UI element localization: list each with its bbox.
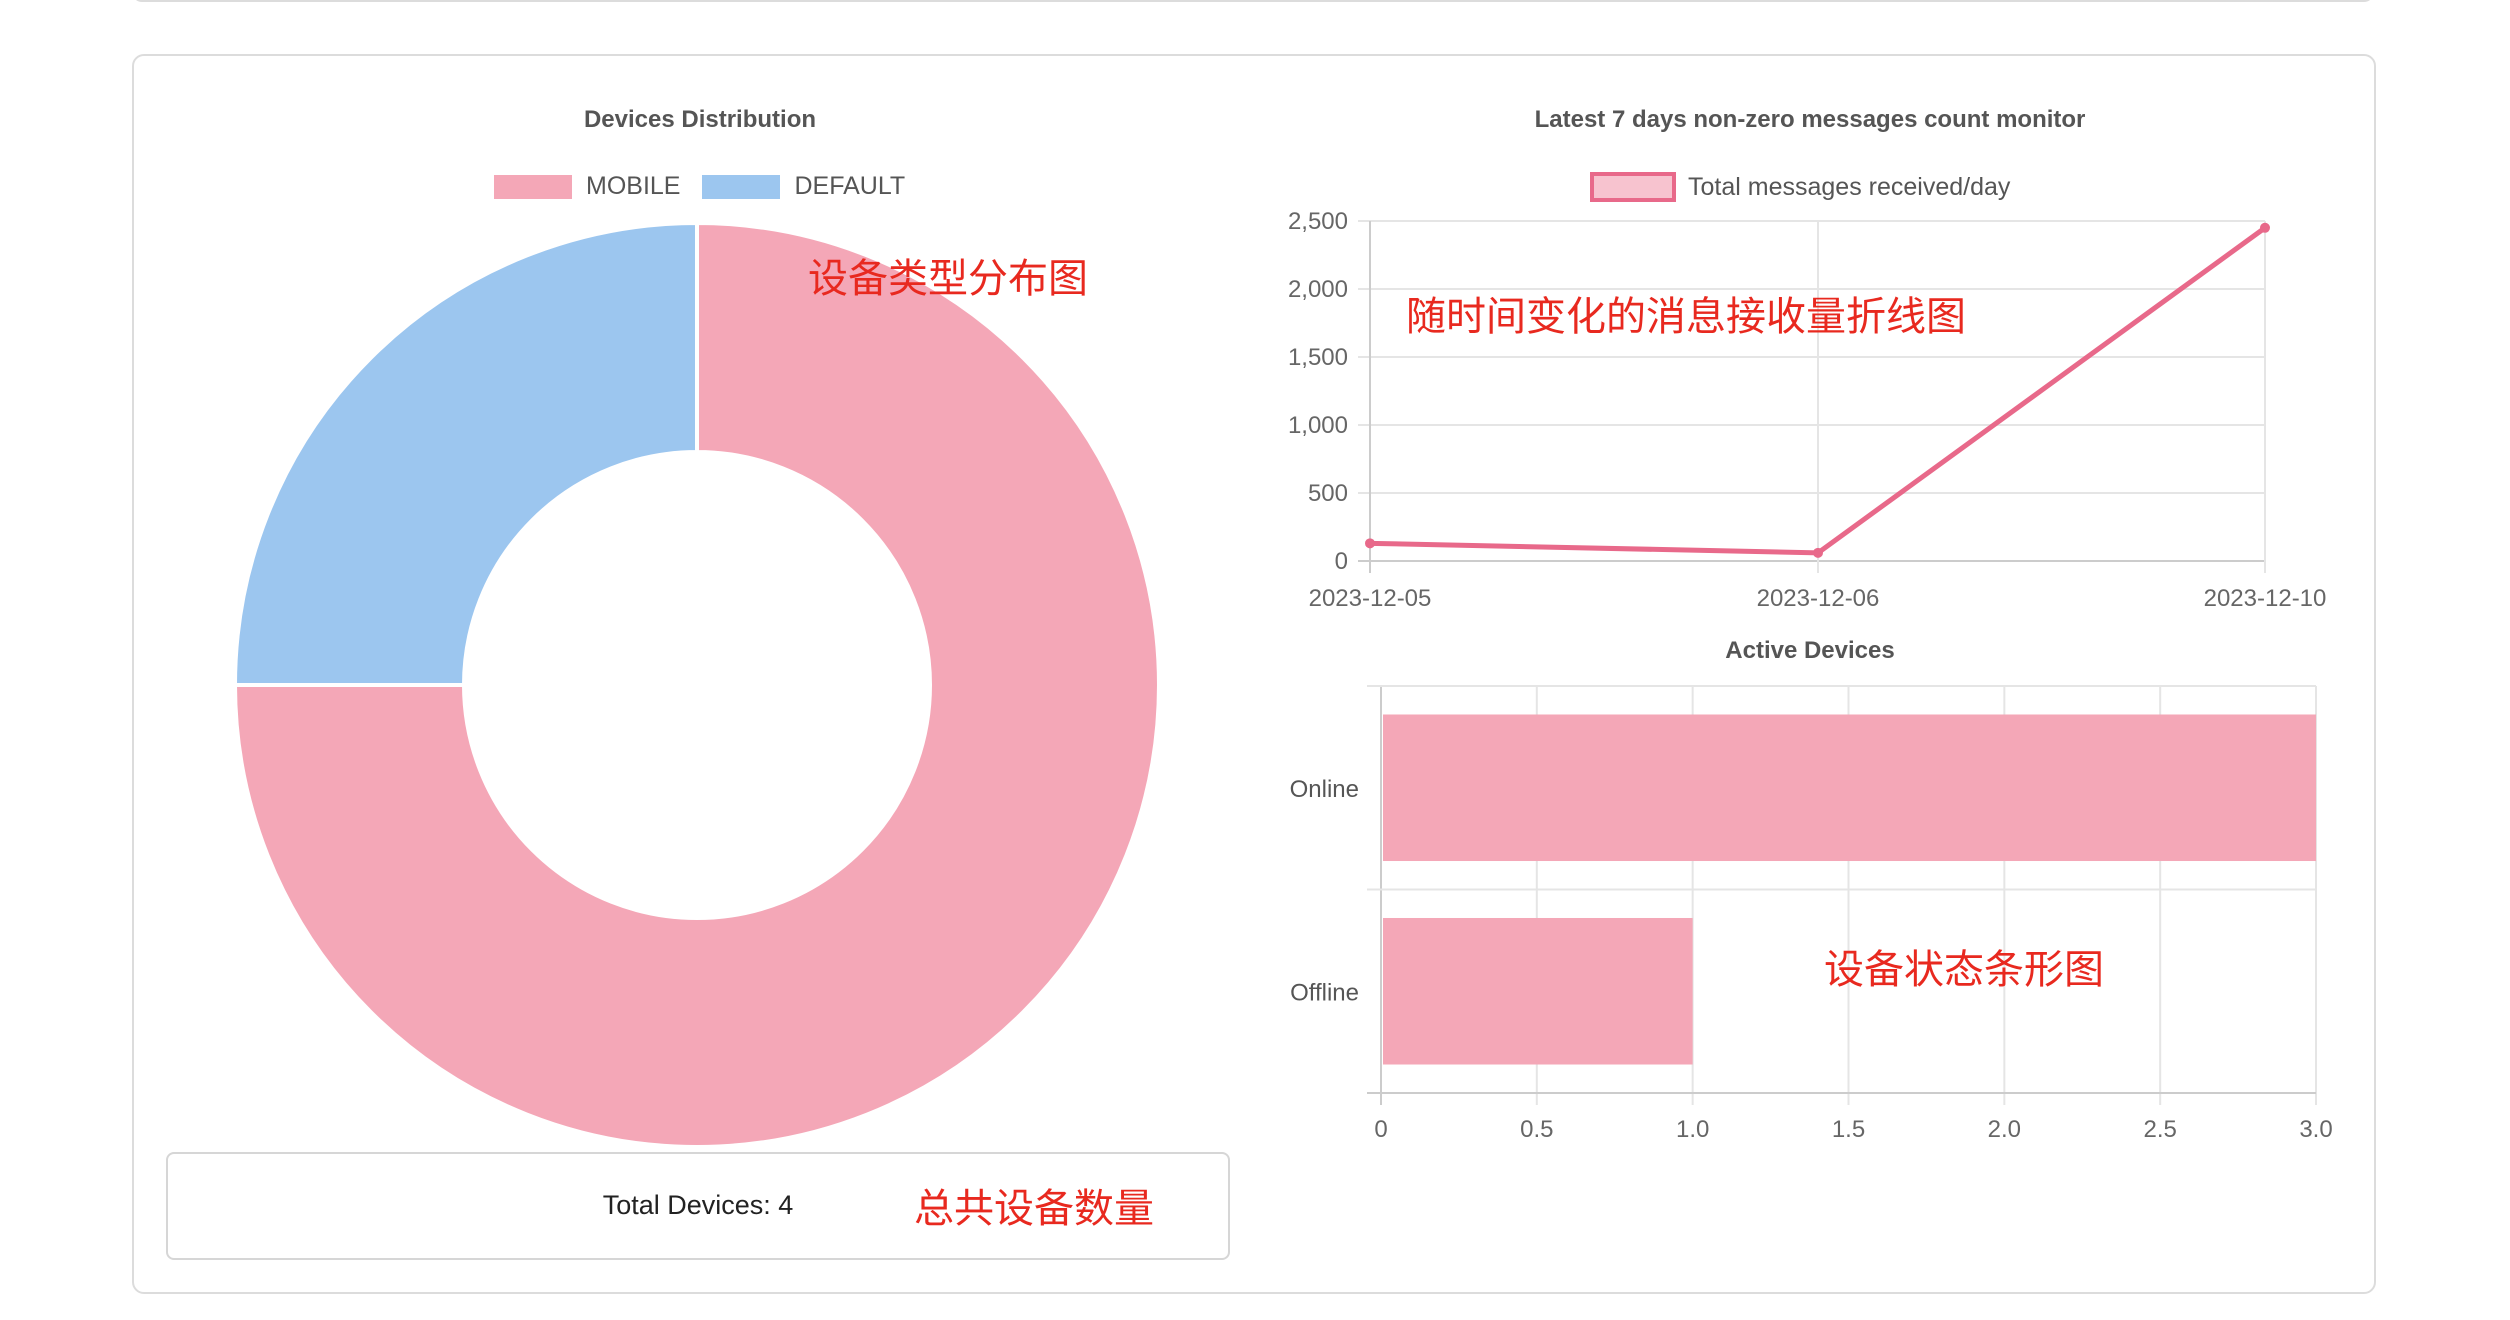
bar-category-label: Online [1290, 776, 1359, 803]
bar-xtick-label: 2.5 [2143, 1116, 2176, 1143]
bar-online [1383, 714, 2316, 862]
bar-offline [1383, 917, 1693, 1065]
bar-chart: 0 0.5 1.0 1.5 2.0 2.5 3.0 Online Offline [1290, 685, 2333, 1143]
bar-xtick-label: 0.5 [1520, 1116, 1553, 1143]
annotation-bar: 设备状态条形图 [1824, 947, 2104, 993]
bar-xtick-label: 0 [1374, 1116, 1387, 1143]
total-devices-label: Total Devices: [602, 1190, 771, 1220]
bar-xtick-label: 1.5 [1832, 1116, 1865, 1143]
bar-xtick-label: 3.0 [2299, 1116, 2332, 1143]
annotation-line: 随时间变化的消息接收量折线图 [1406, 294, 1966, 340]
bar-xtick-label: 2.0 [1988, 1116, 2021, 1143]
annotation-donut: 设备类型分布图 [808, 256, 1088, 302]
bar-xtick-label: 1.0 [1676, 1116, 1709, 1143]
annotation-total: 总共设备数量 [914, 1186, 1154, 1232]
bar-category-label: Offline [1290, 979, 1359, 1006]
total-devices-value: 4 [778, 1190, 794, 1220]
